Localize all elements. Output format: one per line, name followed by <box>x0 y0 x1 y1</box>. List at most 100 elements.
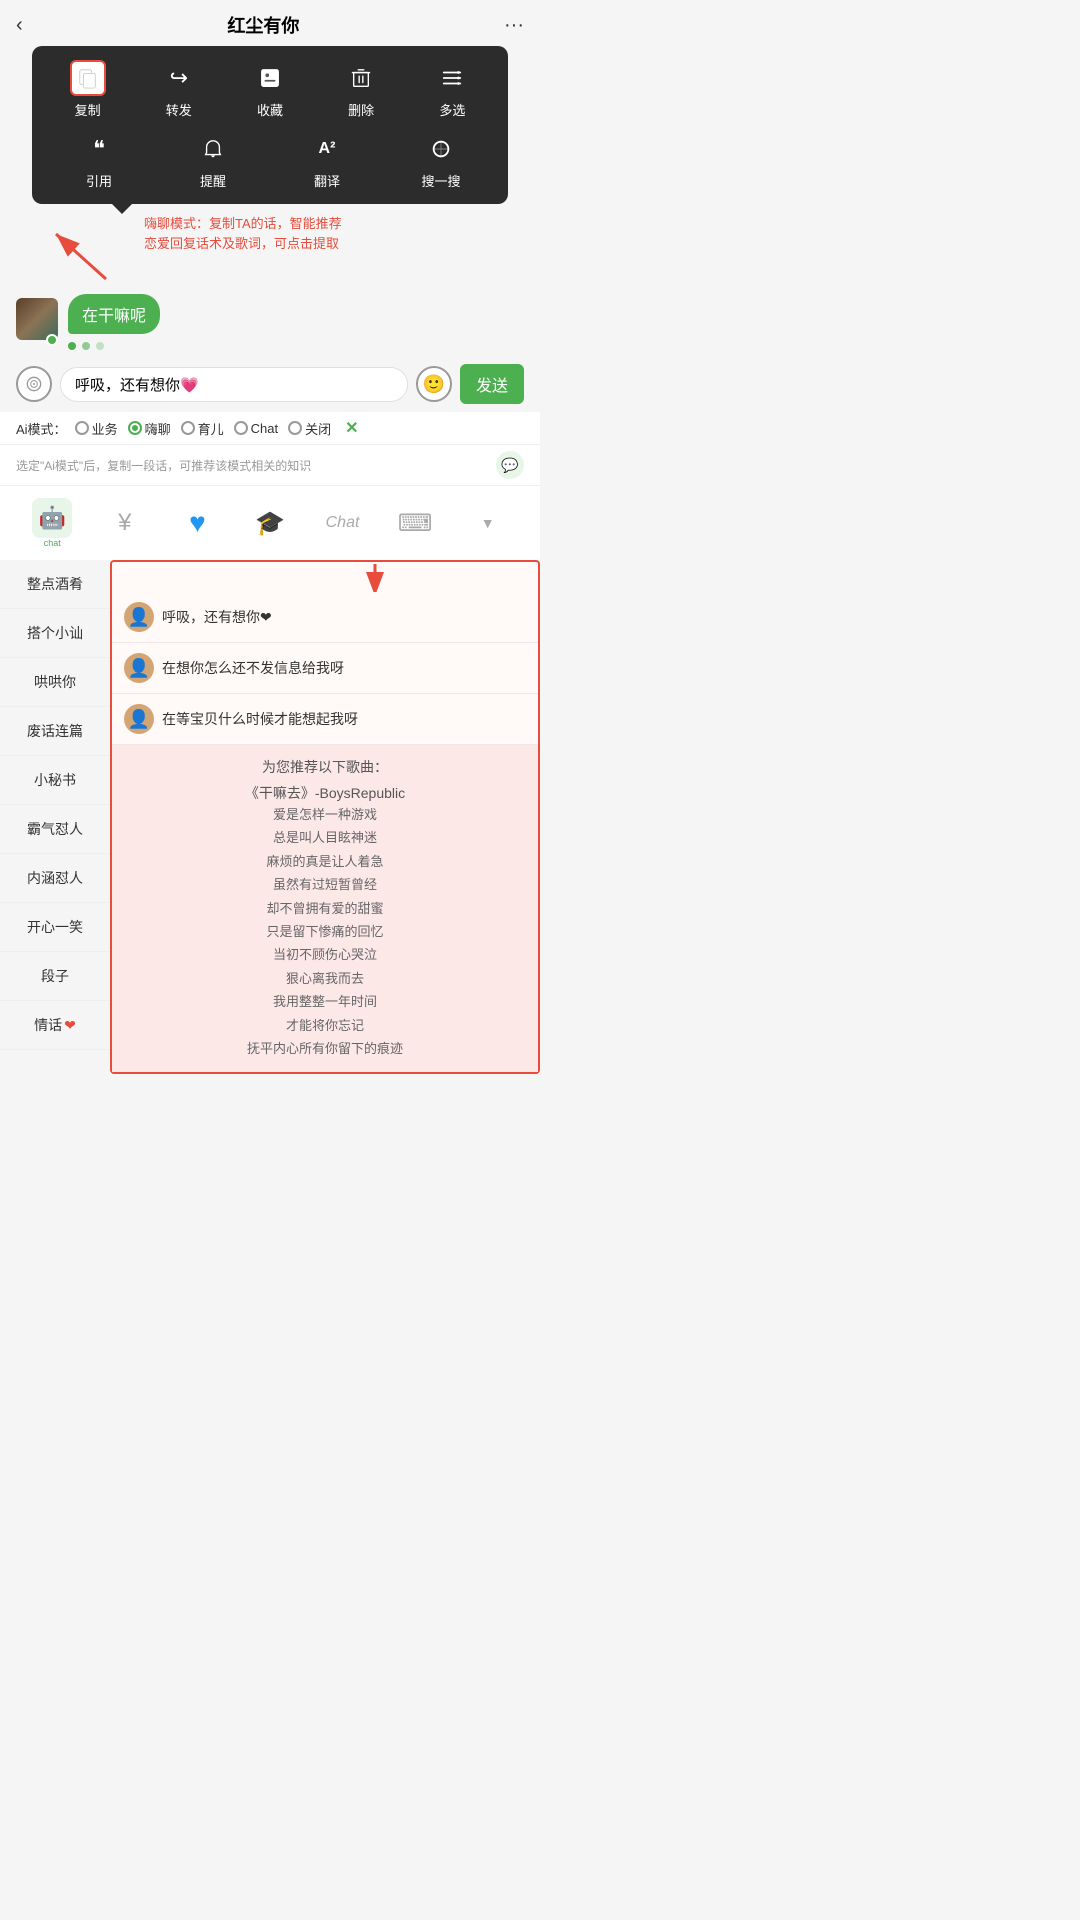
mode-business-label: 业务 <box>92 419 118 438</box>
forward-label: 转发 <box>166 100 192 119</box>
multiselect-icon <box>434 60 470 96</box>
toolbar-chat-text[interactable]: Chat <box>313 510 373 536</box>
robot-icon: 🤖 <box>32 498 72 538</box>
mode-business[interactable]: 业务 <box>75 419 118 438</box>
hint-bar: 选定"Ai模式"后，复制一段话，可推荐该模式相关的知识 💬 <box>0 444 540 485</box>
song-name: 《干嘛去》-BoysRepublic <box>124 783 526 803</box>
multiselect-menu-item[interactable]: 多选 <box>417 60 487 119</box>
keyboard-icon: ⌨ <box>398 509 433 538</box>
context-menu-row-2: ❝ 引用 提醒 A² 翻译 <box>42 131 498 190</box>
mode-chat[interactable]: Chat <box>234 421 278 436</box>
suggestion-item-2[interactable]: 👤 在想你怎么还不发信息给我呀 <box>112 643 538 694</box>
song-recommendations: 为您推荐以下歌曲： 《干嘛去》-BoysRepublic 爱是怎样一种游戏 总是… <box>112 745 538 1072</box>
suggestion-avatar-2: 👤 <box>124 653 154 683</box>
toolbar-more[interactable]: ▼ <box>458 511 518 535</box>
suggestion-text-1: 呼吸，还有想你❤ <box>162 607 272 627</box>
lyric-0: 爱是怎样一种游戏 <box>124 803 526 826</box>
suggestion-item-1[interactable]: 👤 呼吸，还有想你❤ <box>112 592 538 643</box>
search-icon <box>423 131 459 167</box>
sidebar-item-neihanziren[interactable]: 内涵怼人 <box>0 854 110 903</box>
content-panel: 👤 呼吸，还有想你❤ 👤 在想你怎么还不发信息给我呀 👤 在等宝贝什么时候才能想… <box>110 560 540 1074</box>
page-title: 红尘有你 <box>227 12 299 38</box>
lyric-8: 我用整整一年时间 <box>124 990 526 1013</box>
sidebar-item-zhengdian[interactable]: 整点酒肴 <box>0 560 110 609</box>
radio-business-circle <box>75 421 89 435</box>
sidebar-item-xiaomishu[interactable]: 小秘书 <box>0 756 110 805</box>
toolbar-money[interactable]: ¥ <box>95 505 155 541</box>
sidebar-item-da[interactable]: 搭个小讪 <box>0 609 110 658</box>
mode-parenting[interactable]: 育儿 <box>181 419 224 438</box>
translate-menu-item[interactable]: A² 翻译 <box>292 131 362 190</box>
lyric-2: 麻烦的真是让人着急 <box>124 850 526 873</box>
sidebar: 整点酒肴 搭个小讪 哄哄你 废话连篇 小秘书 霸气怼人 内涵怼人 开心一笑 段子… <box>0 560 110 1074</box>
mode-haichat[interactable]: 嗨聊 <box>128 419 171 438</box>
translate-label: 翻译 <box>314 171 340 190</box>
ai-mode-label: Ai模式： <box>16 419 67 438</box>
delete-icon <box>343 60 379 96</box>
toolbar-robot[interactable]: 🤖 chat <box>22 494 82 552</box>
lyric-5: 只是留下惨痛的回忆 <box>124 920 526 943</box>
suggestion-item-3[interactable]: 👤 在等宝贝什么时候才能想起我呀 <box>112 694 538 745</box>
delete-menu-item[interactable]: 删除 <box>326 60 396 119</box>
toolbar-graduation[interactable]: 🎓 <box>240 505 300 542</box>
remind-menu-item[interactable]: 提醒 <box>178 131 248 190</box>
lyric-7: 狠心离我而去 <box>124 967 526 990</box>
search-menu-item[interactable]: 搜一搜 <box>406 131 476 190</box>
mode-chat-label: Chat <box>251 421 278 436</box>
typing-indicator <box>68 342 160 350</box>
lyric-4: 却不曾拥有爱的甜蜜 <box>124 897 526 920</box>
close-ai-mode-button[interactable]: ✕ <box>345 418 358 438</box>
chat-small-icon: 💬 <box>496 451 524 479</box>
toolbar: 🤖 chat ¥ ♥ 🎓 Chat ⌨ ▼ <box>0 485 540 560</box>
forward-menu-item[interactable]: ↪ 转发 <box>144 60 214 119</box>
voice-button[interactable] <box>16 366 52 402</box>
radio-chat-circle <box>234 421 248 435</box>
more-button[interactable]: ··· <box>504 14 524 37</box>
lyric-10: 抚平内心所有你留下的痕迹 <box>124 1037 526 1060</box>
sidebar-item-kaixin[interactable]: 开心一笑 <box>0 903 110 952</box>
ai-mode-bar: Ai模式： 业务 嗨聊 育儿 Chat 关闭 ✕ <box>0 412 540 444</box>
sidebar-item-feihua[interactable]: 废话连篇 <box>0 707 110 756</box>
sidebar-item-qinghua[interactable]: 情话 ❤ <box>0 1001 110 1050</box>
collect-label: 收藏 <box>257 100 283 119</box>
sidebar-item-baqiren[interactable]: 霸气怼人 <box>0 805 110 854</box>
chat-message-text: 在干嘛呢 <box>82 308 146 325</box>
collect-menu-item[interactable]: 收藏 <box>235 60 305 119</box>
back-button[interactable]: ‹ <box>16 14 23 37</box>
quote-menu-item[interactable]: ❝ 引用 <box>64 131 134 190</box>
translate-icon: A² <box>309 131 345 167</box>
toolbar-keyboard[interactable]: ⌨ <box>385 505 445 542</box>
quote-icon: ❝ <box>81 131 117 167</box>
send-button[interactable]: 发送 <box>460 364 524 404</box>
song-lyrics: 爱是怎样一种游戏 总是叫人目眩神迷 麻烦的真是让人着急 虽然有过短暂曾经 却不曾… <box>124 803 526 1060</box>
copy-menu-item[interactable]: 复制 <box>53 60 123 119</box>
mode-off[interactable]: 关闭 <box>288 419 331 438</box>
graduation-icon: 🎓 <box>255 509 285 538</box>
main-content: 整点酒肴 搭个小讪 哄哄你 废话连篇 小秘书 霸气怼人 内涵怼人 开心一笑 段子… <box>0 560 540 1074</box>
robot-label: chat <box>44 538 61 548</box>
mode-haichat-label: 嗨聊 <box>145 419 171 438</box>
toolbar-heart[interactable]: ♥ <box>167 503 227 543</box>
delete-label: 删除 <box>348 100 374 119</box>
lyric-9: 才能将你忘记 <box>124 1014 526 1037</box>
collect-icon <box>252 60 288 96</box>
lyric-3: 虽然有过短暂曾经 <box>124 873 526 896</box>
input-area: 🙂 发送 <box>0 356 540 412</box>
emoji-button[interactable]: 🙂 <box>416 366 452 402</box>
radio-haichat-circle <box>128 421 142 435</box>
online-indicator <box>46 334 58 346</box>
remind-label: 提醒 <box>200 171 226 190</box>
song-header: 为您推荐以下歌曲： <box>124 757 526 777</box>
sidebar-item-hou[interactable]: 哄哄你 <box>0 658 110 707</box>
radio-parenting-circle <box>181 421 195 435</box>
forward-icon: ↪ <box>161 60 197 96</box>
sidebar-item-duanzi[interactable]: 段子 <box>0 952 110 1001</box>
annotation-text: 嗨聊模式：复制TA的话，智能推荐恋爱回复话术及歌词，可点击提取 <box>144 214 524 253</box>
multiselect-label: 多选 <box>439 100 465 119</box>
suggestion-avatar-1: 👤 <box>124 602 154 632</box>
money-icon: ¥ <box>118 509 131 537</box>
message-input[interactable] <box>60 367 408 402</box>
copy-icon <box>70 60 106 96</box>
mode-parenting-label: 育儿 <box>198 419 224 438</box>
heart-icon: ♥ <box>189 507 206 539</box>
